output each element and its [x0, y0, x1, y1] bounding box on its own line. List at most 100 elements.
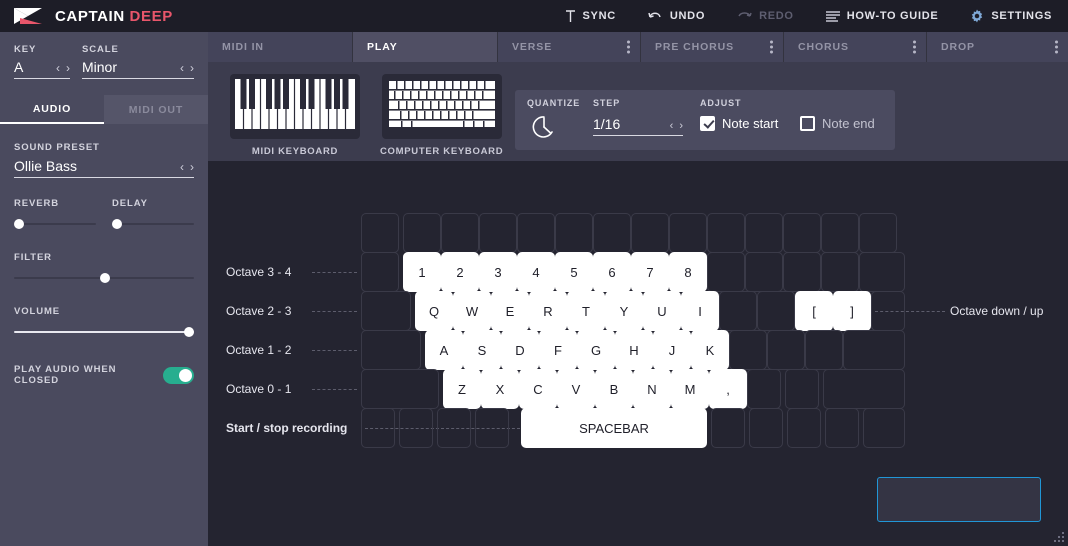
step-next-arrow[interactable]: ›	[679, 120, 683, 132]
scale-next-arrow[interactable]: ›	[190, 62, 194, 74]
computer-keyboard-option[interactable]: COMPUTER KEYBOARD	[380, 74, 503, 157]
key-blank[interactable]	[403, 213, 441, 253]
key-selector[interactable]: KEY A ‹ ›	[14, 44, 70, 79]
key-blank[interactable]	[785, 369, 819, 409]
note-end-checkbox-row[interactable]: Note end	[800, 116, 875, 131]
key-z[interactable]: Z	[443, 369, 481, 409]
key-1[interactable]: 1	[403, 252, 441, 292]
key-prev-arrow[interactable]: ‹	[56, 62, 60, 74]
key-blank[interactable]	[859, 252, 905, 292]
delay-knob[interactable]	[112, 219, 122, 229]
key-blank[interactable]	[361, 291, 411, 331]
step-selector[interactable]: 1/16 ‹ ›	[593, 116, 683, 136]
tab-verse[interactable]: VERSE	[498, 32, 641, 62]
reverb-slider[interactable]	[14, 218, 96, 230]
key-blank[interactable]	[863, 408, 905, 448]
tab-pre-chorus-menu-icon[interactable]	[770, 40, 773, 54]
tab-drop[interactable]: DROP	[927, 32, 1068, 62]
scale-prev-arrow[interactable]: ‹	[180, 62, 184, 74]
key-blank[interactable]	[669, 213, 707, 253]
key-spacebar[interactable]: SPACEBAR	[521, 408, 707, 448]
key-e[interactable]: E	[491, 291, 529, 331]
key-y[interactable]: Y	[605, 291, 643, 331]
play-audio-toggle[interactable]	[162, 366, 194, 384]
key-blank[interactable]	[787, 408, 821, 448]
key-blank[interactable]	[783, 213, 821, 253]
key-blank[interactable]	[437, 408, 471, 448]
key-blank[interactable]	[399, 408, 433, 448]
tab-midi-in[interactable]: MIDI IN	[208, 32, 353, 62]
key-v[interactable]: V	[557, 369, 595, 409]
key-next-arrow[interactable]: ›	[66, 62, 70, 74]
tab-chorus[interactable]: CHORUS	[784, 32, 927, 62]
key-n[interactable]: N	[633, 369, 671, 409]
key-blank[interactable]	[767, 330, 805, 370]
subtab-midi-out[interactable]: MIDI OUT	[104, 95, 208, 124]
volume-slider[interactable]	[14, 326, 194, 338]
preset-prev-arrow[interactable]: ‹	[180, 161, 184, 173]
key-blank[interactable]	[719, 291, 757, 331]
key-blank[interactable]	[823, 369, 905, 409]
key-g[interactable]: G	[577, 330, 615, 370]
menu-how-to-guide[interactable]: HOW-TO GUIDE	[810, 0, 955, 32]
key-3[interactable]: 3	[479, 252, 517, 292]
key-blank[interactable]	[593, 213, 631, 253]
tab-play[interactable]: PLAY	[353, 32, 498, 62]
menu-undo[interactable]: UNDO	[632, 0, 721, 32]
key-blank[interactable]	[821, 252, 859, 292]
key-blank[interactable]	[745, 213, 783, 253]
midi-keyboard-option[interactable]: MIDI KEYBOARD	[230, 74, 360, 157]
key-blank[interactable]	[805, 330, 843, 370]
step-prev-arrow[interactable]: ‹	[670, 120, 674, 132]
key-blank[interactable]	[517, 213, 555, 253]
resize-grip[interactable]	[1054, 532, 1064, 542]
key-blank[interactable]	[749, 408, 783, 448]
note-start-checkbox-row[interactable]: Note start	[700, 116, 778, 131]
key-blank[interactable]	[441, 213, 479, 253]
note-start-checkbox[interactable]	[700, 116, 715, 131]
key-blank[interactable]	[361, 213, 399, 253]
key-r[interactable]: R	[529, 291, 567, 331]
delay-slider[interactable]	[112, 218, 194, 230]
key-k[interactable]: K	[691, 330, 729, 370]
key-c[interactable]: C	[519, 369, 557, 409]
key-blank[interactable]	[843, 330, 905, 370]
quantize-knob[interactable]	[531, 114, 557, 140]
key-blank[interactable]	[707, 252, 745, 292]
menu-sync[interactable]: SYNC	[549, 0, 632, 32]
filter-knob[interactable]	[100, 273, 110, 283]
key-comma[interactable]: ,	[709, 369, 747, 409]
key-4[interactable]: 4	[517, 252, 555, 292]
key-2[interactable]: 2	[441, 252, 479, 292]
key-6[interactable]: 6	[593, 252, 631, 292]
play-audio-when-closed-row[interactable]: PLAY AUDIO WHEN CLOSED	[0, 364, 208, 386]
key-5[interactable]: 5	[555, 252, 593, 292]
key-blank[interactable]	[711, 408, 745, 448]
key-b[interactable]: B	[595, 369, 633, 409]
key-bracket-left[interactable]: [	[795, 291, 833, 331]
reverb-knob[interactable]	[14, 219, 24, 229]
key-blank[interactable]	[729, 330, 767, 370]
key-f[interactable]: F	[539, 330, 577, 370]
key-j[interactable]: J	[653, 330, 691, 370]
sound-preset-selector[interactable]: Ollie Bass ‹ ›	[14, 158, 194, 178]
key-w[interactable]: W	[453, 291, 491, 331]
key-d[interactable]: D	[501, 330, 539, 370]
key-blank[interactable]	[631, 213, 669, 253]
subtab-audio[interactable]: AUDIO	[0, 95, 104, 124]
key-blank[interactable]	[821, 213, 859, 253]
key-blank[interactable]	[707, 213, 745, 253]
volume-knob[interactable]	[184, 327, 194, 337]
key-i[interactable]: I	[681, 291, 719, 331]
key-s[interactable]: S	[463, 330, 501, 370]
key-blank[interactable]	[859, 213, 897, 253]
tab-verse-menu-icon[interactable]	[627, 40, 630, 54]
key-u[interactable]: U	[643, 291, 681, 331]
key-blank[interactable]	[783, 252, 821, 292]
key-bracket-right[interactable]: ]	[833, 291, 871, 331]
key-8[interactable]: 8	[669, 252, 707, 292]
key-blank[interactable]	[361, 369, 439, 409]
note-end-checkbox[interactable]	[800, 116, 815, 131]
focus-highlight-box[interactable]	[877, 477, 1041, 522]
tab-chorus-menu-icon[interactable]	[913, 40, 916, 54]
